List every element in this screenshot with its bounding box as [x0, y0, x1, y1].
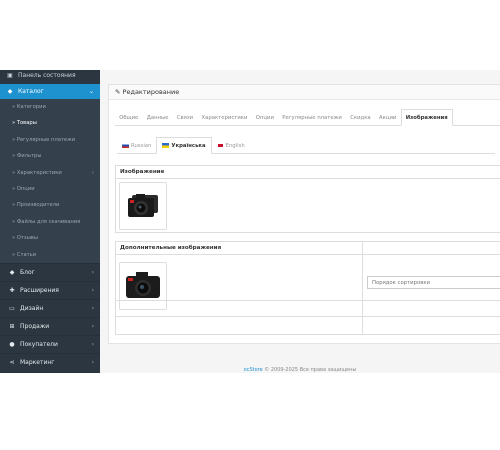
sidebar-subitem-label: Фильтры	[16, 153, 42, 160]
flag-icon	[122, 143, 129, 148]
sidebar-subitem[interactable]: » Производители	[0, 197, 100, 213]
panel-title: Редактирование	[122, 88, 180, 96]
pencil-icon: ✎	[115, 88, 121, 96]
sidebar-item[interactable]: ◆ Блог ›	[0, 262, 100, 281]
language-tab[interactable]: Russian	[117, 138, 156, 154]
chevron-right-icon: ›	[91, 322, 94, 330]
sidebar-subitem[interactable]: » Статьи	[0, 247, 100, 263]
sidebar-item[interactable]: ✚ Расширения ›	[0, 280, 100, 299]
sidebar-subitem-label: Производители	[16, 202, 60, 209]
tab[interactable]: Связи	[173, 110, 198, 126]
tab[interactable]: Общие	[115, 110, 143, 126]
sidebar-item-label: Блог	[20, 268, 35, 276]
row-divider	[116, 316, 500, 317]
sidebar-item[interactable]: ● Покупатели ›	[0, 334, 100, 353]
sidebar-subitem-label: Статьи	[16, 251, 37, 258]
sidebar-item-label: Расширения	[20, 286, 59, 294]
tab[interactable]: Акции	[375, 110, 401, 126]
chevron-right-icon: ›	[91, 304, 94, 312]
puzzle-icon: ✚	[9, 286, 15, 294]
tab[interactable]: Скидка	[346, 110, 375, 126]
additional-images-label: Дополнительные изображения	[120, 245, 222, 251]
dashboard-icon: ▣	[7, 72, 13, 79]
sidebar-subitem[interactable]: » Товары	[0, 115, 100, 131]
chevron-right-icon: ›	[91, 340, 94, 348]
edit-panel: ✎ Редактирование Общие Данные Связи Характе…	[108, 84, 500, 344]
sidebar-subitem-label: Отзывы	[16, 235, 38, 242]
sidebar-item-label: Панель состояния	[18, 72, 76, 79]
sidebar-item-dashboard[interactable]: ▣ Панель состояния	[0, 70, 100, 84]
sidebar-subitem-label: Товары	[16, 120, 37, 127]
tab[interactable]: Опции	[252, 110, 279, 126]
share-icon: ⋖	[9, 358, 15, 366]
sidebar-subitem[interactable]: » Характеристики ›	[0, 165, 100, 181]
additional-images-table: Дополнительные изображения	[115, 241, 500, 335]
chevron-down-icon: ⌄	[88, 88, 94, 95]
sidebar-subitem-label: Файлы для скачивания	[16, 218, 81, 225]
language-tab[interactable]: Українська	[156, 137, 212, 154]
sidebar-item[interactable]: ⊞ Продажи ›	[0, 316, 100, 335]
flag-icon	[216, 143, 224, 148]
tab[interactable]: Регулярные платежи	[278, 110, 346, 126]
sidebar-subitem-label: Опции	[16, 185, 35, 192]
sidebar-subitem[interactable]: » Опции	[0, 181, 100, 197]
sidebar-subitem[interactable]: » Фильтры	[0, 148, 100, 164]
image-table: Изображение	[115, 165, 500, 233]
sidebar-item-label: Маркетинг	[20, 358, 55, 366]
sidebar-item-catalog[interactable]: ◆ Каталог ⌄	[0, 84, 100, 99]
monitor-icon: ▭	[9, 304, 15, 312]
product-image-thumbnail[interactable]	[119, 182, 167, 230]
image-header: Изображение	[116, 166, 500, 179]
language-tab[interactable]: English	[212, 138, 250, 154]
camera-photo-icon	[126, 272, 160, 298]
additional-image-thumbnail[interactable]	[119, 262, 167, 310]
sidebar-subitem-label: Категории	[16, 104, 46, 110]
tab[interactable]: Изображения	[400, 109, 453, 126]
chevron-right-icon: ›	[91, 268, 94, 276]
sidebar-subitem[interactable]: » Отзывы	[0, 230, 100, 246]
sidebar-subitem[interactable]: » Файлы для скачивания	[0, 214, 100, 230]
row-divider	[116, 300, 500, 301]
footer-text: © 2009-2025 Все права защищены	[264, 367, 357, 373]
chevron-right-icon: ›	[91, 169, 94, 176]
sidebar-subitem[interactable]: » Регулярные платежи	[0, 132, 100, 148]
language-tab-label: Russian	[131, 143, 152, 149]
sidebar-item[interactable]: ⋖ Маркетинг ›	[0, 352, 100, 371]
cart-icon: ⊞	[9, 322, 15, 330]
sidebar-item-label: Покупатели	[20, 340, 58, 348]
sidebar-subitem[interactable]: » Категории	[0, 99, 100, 115]
content-area: ✎ Редактирование Общие Данные Связи Характе…	[100, 70, 500, 373]
panel-heading: ✎ Редактирование	[109, 85, 500, 100]
catalog-submenu: » Категории» Товары» Регулярные платежи»…	[0, 99, 100, 263]
column-divider	[362, 242, 363, 334]
language-tab-label: English	[225, 143, 245, 149]
tab[interactable]: Данные	[143, 110, 173, 126]
sidebar-item[interactable]: ▭ Дизайн ›	[0, 298, 100, 317]
sidebar-subitem-label: Характеристики	[16, 169, 62, 176]
additional-images-header: Дополнительные изображения	[116, 242, 500, 255]
language-tabs: Russian Українська English	[117, 137, 495, 154]
flag-icon	[162, 143, 170, 148]
sidebar: ▣ Панель состояния ◆ Каталог ⌄ » Категории…	[0, 70, 100, 373]
chevron-right-icon: ›	[91, 286, 94, 294]
footer-link[interactable]: ocStore	[244, 367, 263, 373]
footer: ocStore © 2009-2025 Все права защищены	[100, 367, 500, 373]
sidebar-item-label: Продажи	[20, 322, 50, 330]
user-icon: ●	[9, 340, 15, 348]
tag-icon: ◆	[7, 88, 13, 95]
sidebar-item-label: Дизайн	[20, 304, 44, 312]
sidebar-item-label: Каталог	[18, 88, 44, 95]
tab[interactable]: Характеристики	[197, 110, 251, 126]
tag-icon: ◆	[9, 268, 15, 276]
sidebar-subitem-label: Регулярные платежи	[16, 136, 76, 143]
camera-photo-icon	[128, 194, 158, 217]
chevron-right-icon: ›	[91, 358, 94, 366]
sort-order-input[interactable]	[367, 276, 500, 289]
language-tab-label: Українська	[171, 143, 206, 149]
main-tabs: Общие Данные Связи Характеристики Опции Регул…	[115, 109, 500, 126]
